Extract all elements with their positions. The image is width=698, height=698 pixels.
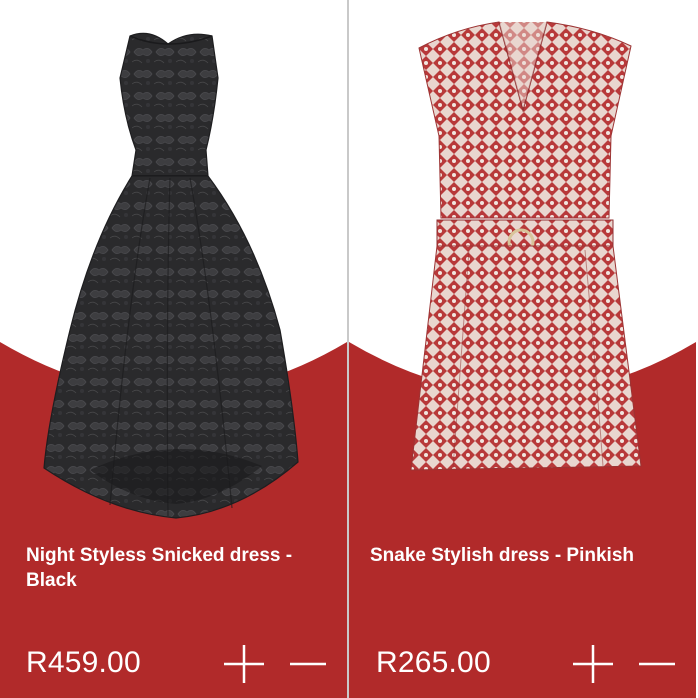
- plus-icon: [573, 645, 613, 683]
- product-card-pink-dress[interactable]: Snake Stylish dress - Pinkish R265.00: [349, 0, 696, 698]
- add-to-cart-button[interactable]: [222, 644, 266, 684]
- remove-from-cart-button[interactable]: [635, 644, 679, 684]
- product-name[interactable]: Night Styless Snicked dress - Black: [26, 543, 336, 593]
- product-image-pink-dress[interactable]: [349, 0, 696, 530]
- add-to-cart-button[interactable]: [571, 644, 615, 684]
- product-card-black-dress[interactable]: Night Styless Snicked dress - Black R459…: [0, 0, 347, 698]
- product-price: R459.00: [26, 646, 141, 679]
- remove-from-cart-button[interactable]: [286, 644, 330, 684]
- product-price: R265.00: [376, 646, 491, 679]
- product-grid: Night Styless Snicked dress - Black R459…: [0, 0, 698, 698]
- minus-icon: [639, 662, 675, 666]
- minus-icon: [290, 662, 326, 666]
- product-name[interactable]: Snake Stylish dress - Pinkish: [370, 543, 690, 568]
- product-image-black-dress[interactable]: [0, 0, 347, 530]
- plus-icon: [224, 645, 264, 683]
